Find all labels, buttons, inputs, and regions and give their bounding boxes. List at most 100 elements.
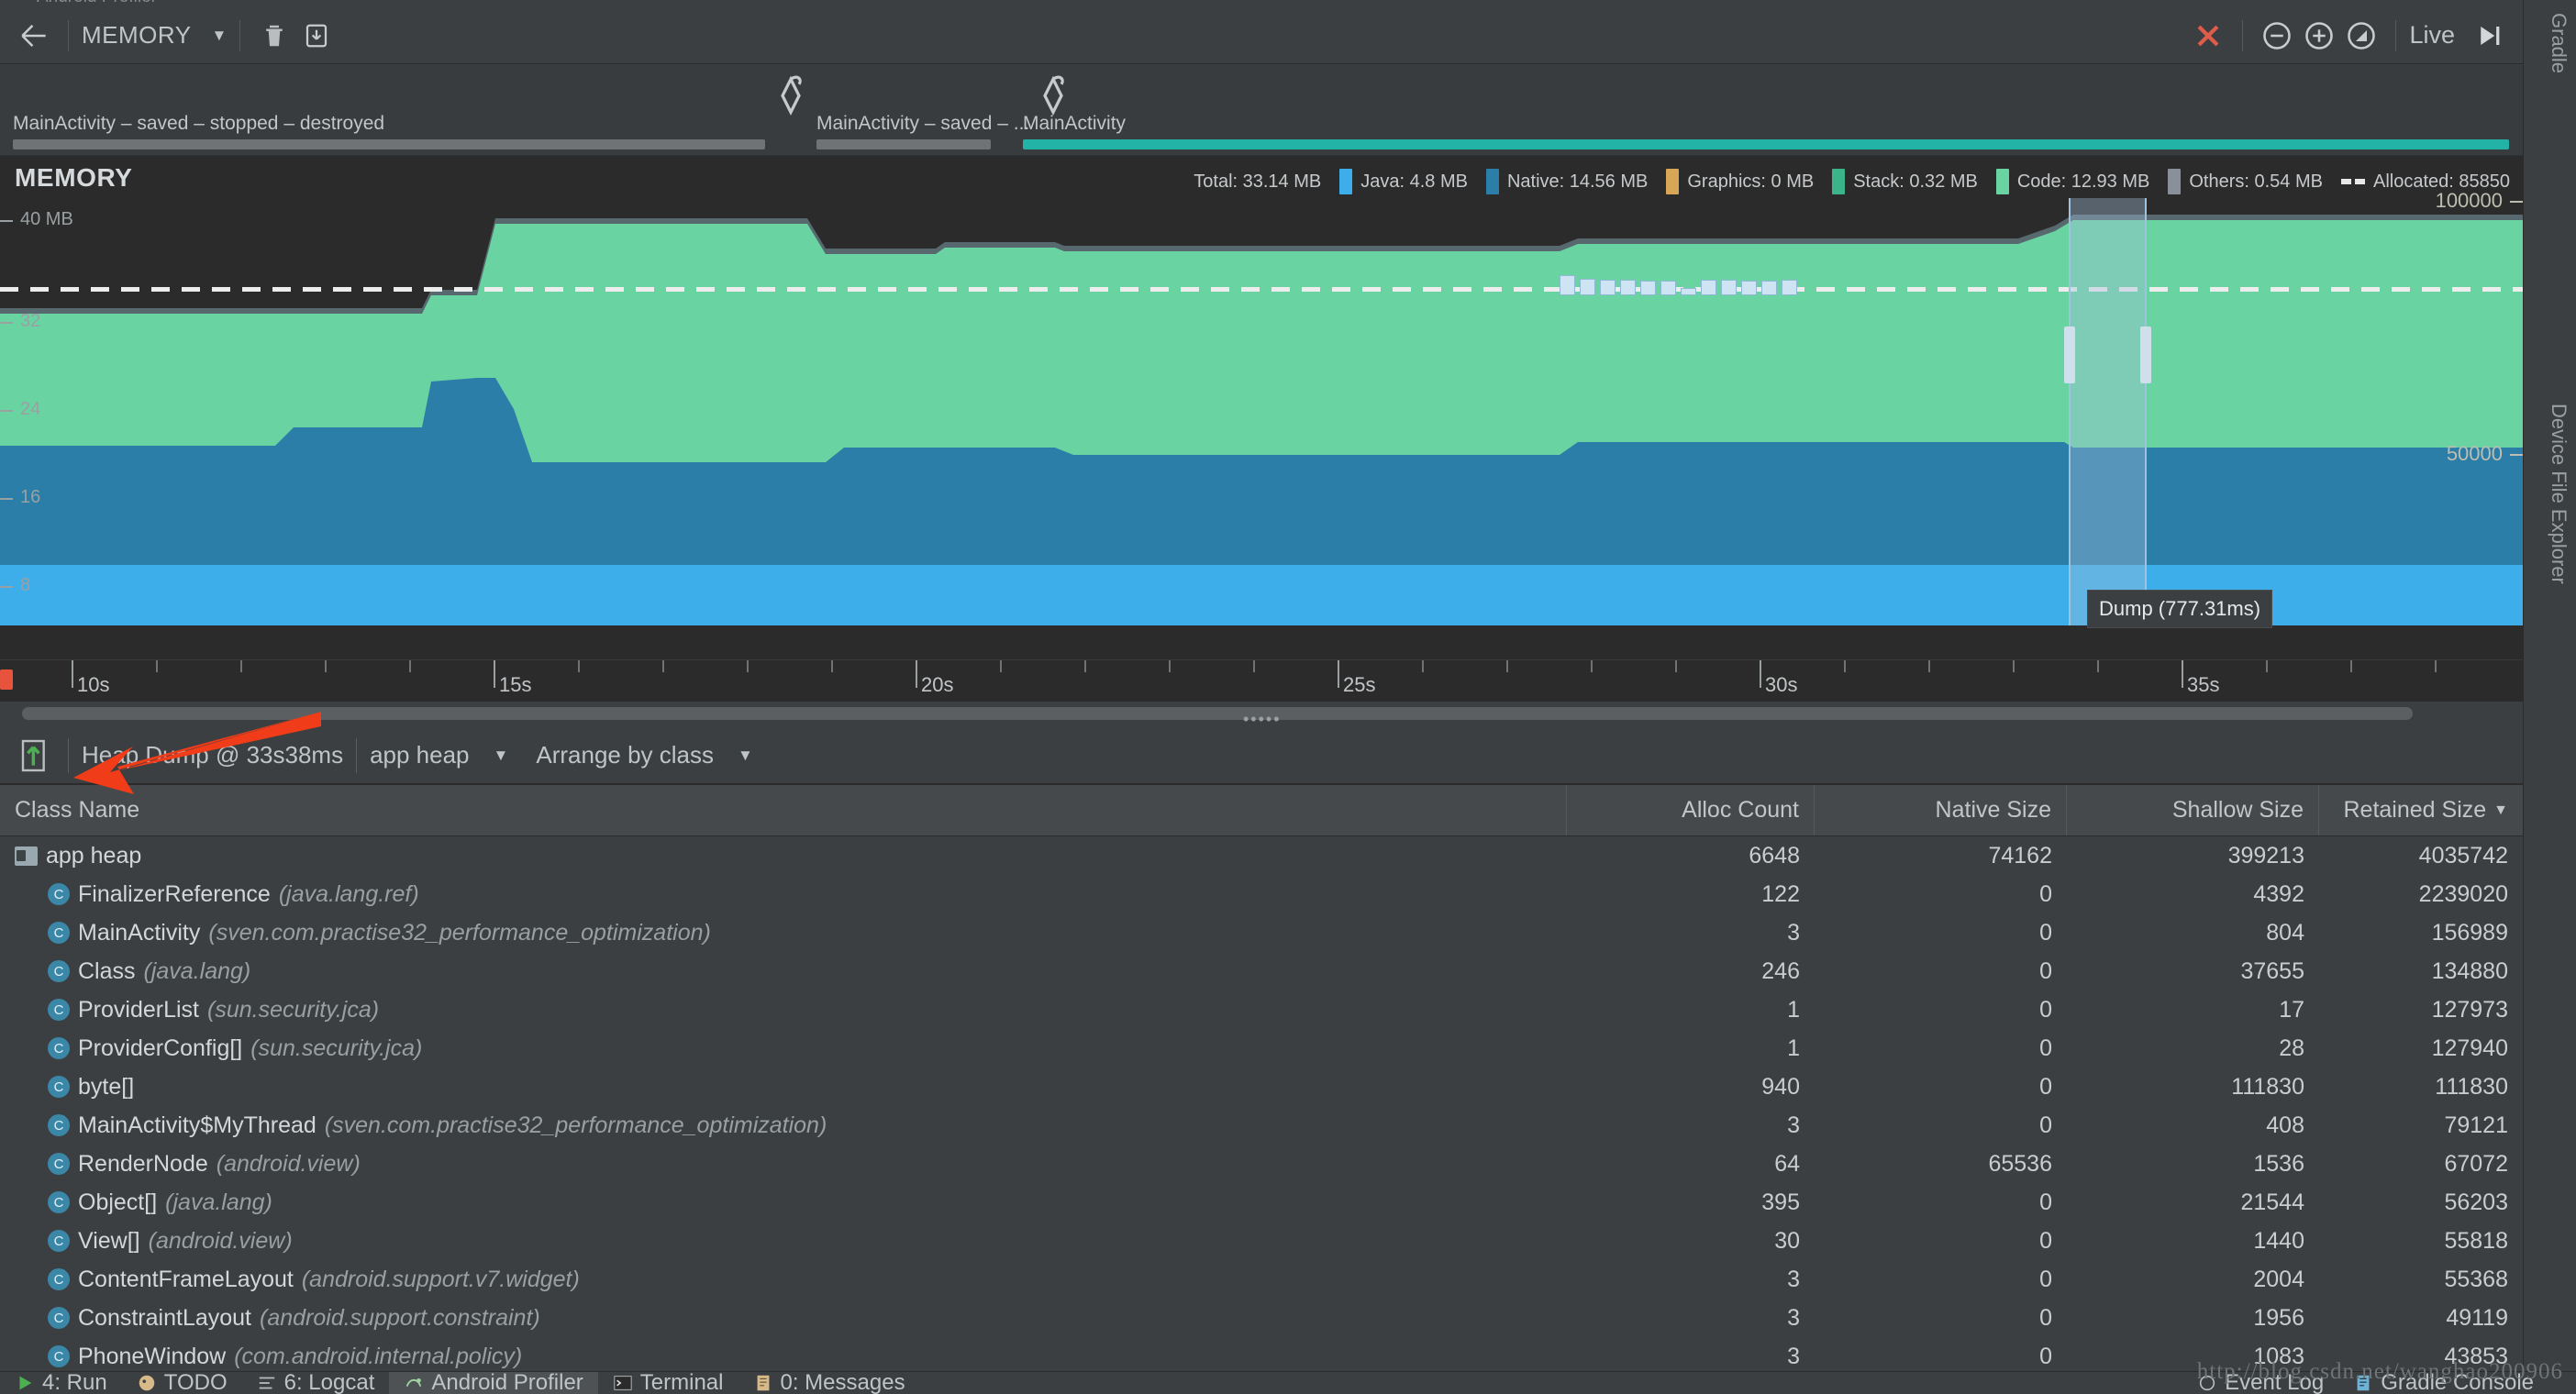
memory-chart-panel[interactable]: MEMORY Total: 33.14 MB Java: 4.8 MB Nati… (0, 156, 2523, 659)
table-row[interactable]: C MainActivity$MyThread (sven.com.practise… (0, 1106, 2523, 1145)
status-item-messages[interactable]: 0: Messages (738, 1372, 920, 1394)
memory-plot-area[interactable]: 32 24 16 8 100000 50000 Dump (777.31ms) (0, 189, 2523, 628)
column-header-native-size[interactable]: Native Size (1815, 785, 2067, 835)
activity-bar (1023, 139, 2509, 149)
reset-zoom-icon[interactable] (2340, 15, 2382, 57)
column-header-retained-size[interactable]: Retained Size ▼ (2319, 785, 2523, 835)
activity-label: MainActivity – saved – ... (816, 113, 1030, 134)
goto-live-icon[interactable] (2468, 15, 2510, 57)
scrollbar-thumb[interactable] (22, 707, 2413, 720)
table-row[interactable]: C View[] (android.view) 30 0 1440 55818 (0, 1222, 2523, 1260)
heap-divider-1 (68, 737, 69, 773)
y-tick-32: 32 (0, 311, 41, 331)
sort-desc-icon: ▼ (2493, 802, 2508, 818)
cell-class-name: C ConstraintLayout (android.support.constr… (0, 1305, 1567, 1332)
table-row[interactable]: C Object[] (java.lang) 395 0 21544 56203 (0, 1183, 2523, 1222)
selection-handle-right[interactable] (2140, 326, 2151, 383)
vertical-tab-gradle[interactable]: Gradle (2547, 13, 2570, 73)
activity-block[interactable]: MainActivity – saved – stopped – destroy… (13, 113, 765, 149)
dump-selection-band[interactable] (2069, 198, 2147, 625)
class-icon: C (48, 1114, 70, 1136)
cell-native-size: 0 (2039, 1073, 2052, 1100)
status-item-label: 4: Run (42, 1371, 107, 1394)
y-tick-24: 24 (0, 399, 41, 419)
class-icon: C (48, 883, 70, 905)
status-item-todo[interactable]: TODO (122, 1372, 242, 1394)
logcat-icon (259, 1377, 274, 1389)
table-row[interactable]: Cbyte[] 940 0 111830 111830 (0, 1068, 2523, 1106)
cell-retained-size: 49119 (2446, 1304, 2508, 1331)
vertical-tab-device-file-explorer[interactable]: Device File Explorer (2547, 404, 2570, 584)
activity-block[interactable]: MainActivity (1023, 113, 2509, 149)
back-arrow-icon[interactable] (13, 15, 55, 57)
status-item-logcat[interactable]: 6: Logcat (242, 1372, 390, 1394)
table-row[interactable]: app heap 6648 74162 399213 4035742 (0, 836, 2523, 875)
class-icon: C (48, 1076, 70, 1098)
cell-native-size: 65536 (1988, 1150, 2052, 1177)
y-tick-16: 16 (0, 487, 41, 507)
cell-alloc-count: 940 (1761, 1073, 1800, 1100)
cell-alloc-count: 122 (1761, 880, 1800, 907)
cell-class-name: C MainActivity (sven.com.practise32_perfor… (0, 920, 1567, 946)
status-item-run[interactable]: 4: Run (0, 1372, 122, 1394)
table-row[interactable]: C PhoneWindow (com.android.internal.policy… (0, 1337, 2523, 1376)
class-name-text: MainActivity (78, 919, 201, 946)
heap-dump-icon[interactable] (295, 15, 338, 57)
legend-swatch (1832, 169, 1846, 194)
column-header-retained-label: Retained Size (2343, 797, 2487, 823)
table-row[interactable]: C ProviderConfig[] (sun.security.jca) 1 0 28 1… (0, 1029, 2523, 1068)
status-item-terminal[interactable]: Terminal (598, 1372, 738, 1394)
export-heap-dump-icon[interactable] (13, 735, 55, 777)
table-row[interactable]: C ProviderList (sun.security.jca) 1 0 17 12797… (0, 990, 2523, 1029)
rotation-event-icon[interactable] (771, 74, 811, 132)
class-name-text: ProviderConfig[] (78, 1034, 243, 1061)
resize-grip-icon[interactable]: ••••• (1243, 710, 1282, 729)
cell-native-size: 0 (2039, 1112, 2052, 1138)
zoom-in-icon[interactable] (2298, 15, 2340, 57)
package-name-text: (java.lang) (143, 957, 251, 984)
cell-native-size: 0 (2039, 1227, 2052, 1254)
memory-panel-title: MEMORY (15, 163, 133, 192)
package-name-text: (android.view) (148, 1227, 293, 1254)
class-icon: C (48, 1191, 70, 1213)
status-item-android-profiler[interactable]: Android Profiler (389, 1372, 598, 1394)
chevron-down-icon[interactable]: ▼ (212, 27, 228, 45)
close-icon[interactable] (2187, 15, 2229, 57)
cell-retained-size: 55818 (2444, 1227, 2508, 1254)
android-profiler-window: Android Profiler MEMORY ▼ (0, 0, 2576, 1394)
timeline-scrollbar[interactable]: ••••• (0, 702, 2523, 729)
table-row[interactable]: C Class (java.lang) 246 0 37655 134880 (0, 952, 2523, 990)
cell-alloc-count: 395 (1761, 1189, 1800, 1215)
zoom-out-icon[interactable] (2256, 15, 2298, 57)
cell-shallow-size: 1956 (2253, 1304, 2304, 1331)
class-icon: C (48, 1307, 70, 1329)
table-row[interactable]: C FinalizerReference (java.lang.ref) 122 0 43… (0, 875, 2523, 913)
heap-select-value[interactable]: app heap (370, 741, 469, 769)
table-row[interactable]: C ContentFrameLayout (android.support.v7.w… (0, 1260, 2523, 1299)
class-name-text: byte[] (78, 1073, 135, 1100)
trash-icon[interactable] (253, 15, 295, 57)
table-row[interactable]: C ConstraintLayout (android.support.constr… (0, 1299, 2523, 1337)
column-header-class-name[interactable]: Class Name (0, 785, 1567, 835)
chevron-down-icon[interactable]: ▼ (494, 747, 509, 765)
arrange-select-value[interactable]: Arrange by class (536, 741, 714, 769)
column-header-shallow-size[interactable]: Shallow Size (2067, 785, 2319, 835)
class-icon: C (48, 960, 70, 982)
cell-shallow-size: 2004 (2253, 1266, 2304, 1292)
heap-dump-table: Class Name Alloc Count Native Size Shall… (0, 784, 2523, 1371)
cell-shallow-size: 37655 (2240, 957, 2304, 984)
activity-block[interactable]: MainActivity – saved – ... (816, 113, 1030, 149)
session-label[interactable]: MEMORY (82, 21, 192, 50)
legend-label: Native: 14.56 MB (1506, 171, 1649, 192)
recording-indicator (0, 669, 13, 690)
class-name-text: app heap (46, 842, 142, 868)
cell-retained-size: 4035742 (2418, 842, 2508, 868)
column-header-alloc-count[interactable]: Alloc Count (1567, 785, 1815, 835)
selection-handle-left[interactable] (2064, 326, 2075, 383)
table-row[interactable]: C MainActivity (sven.com.practise32_perfor… (0, 913, 2523, 952)
table-row[interactable]: C RenderNode (android.view) 64 65536 1536 6707… (0, 1145, 2523, 1183)
live-label[interactable]: Live (2409, 21, 2455, 50)
package-name-text: (sven.com.practise32_performance_optimiz… (324, 1112, 827, 1138)
chevron-down-icon[interactable]: ▼ (738, 747, 753, 765)
cell-shallow-size: 17 (2279, 996, 2304, 1023)
